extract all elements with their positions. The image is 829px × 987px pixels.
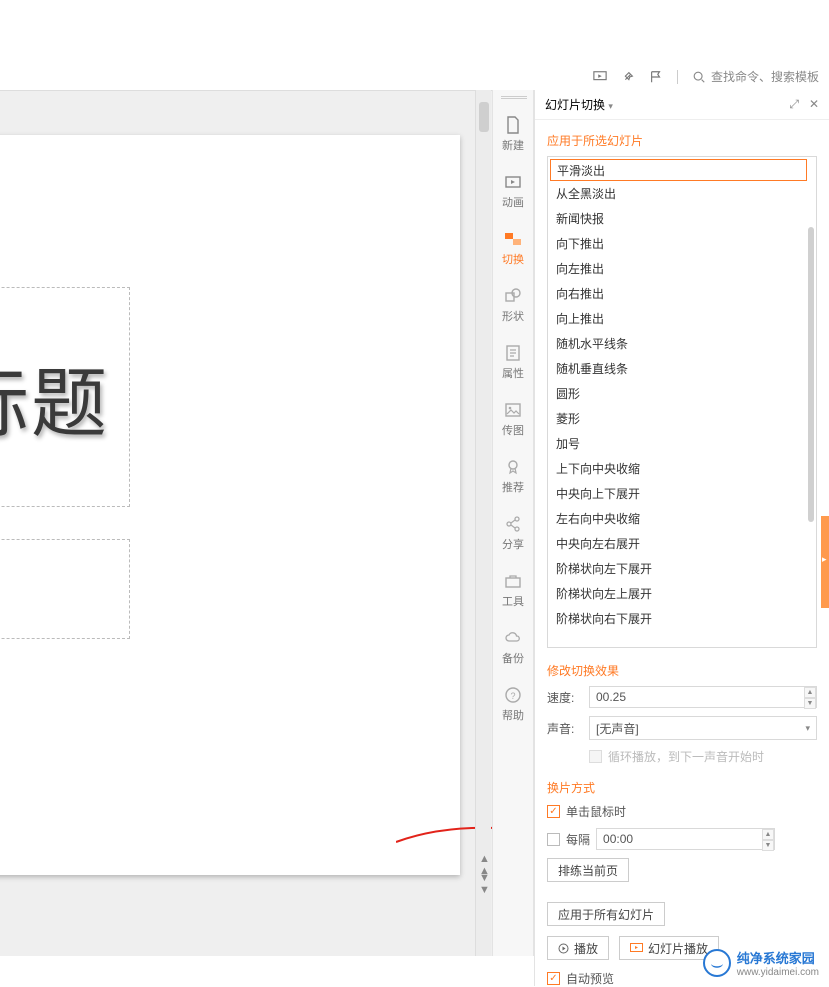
advance-every-spinner[interactable]: ▲▼: [762, 829, 774, 849]
drag-handle[interactable]: [501, 96, 527, 99]
transition-item[interactable]: 随机垂直线条: [548, 356, 816, 381]
sound-label: 声音:: [547, 720, 583, 737]
cloud-icon: [504, 629, 522, 647]
section-transitions-title: 应用于所选幻灯片: [547, 132, 817, 149]
transition-item[interactable]: 向上推出: [548, 306, 816, 331]
auto-preview-label: 自动预览: [566, 970, 614, 987]
apply-all-button[interactable]: 应用于所有幻灯片: [547, 902, 665, 926]
panel-header: 幻灯片切换 ▾ ⤢ ✕: [535, 90, 829, 120]
sidebar-item-new[interactable]: 新建: [496, 116, 530, 153]
anim-icon: [504, 173, 522, 191]
transition-item[interactable]: 菱形: [548, 406, 816, 431]
auto-preview-checkbox[interactable]: [547, 972, 560, 985]
tools-icon[interactable]: [621, 70, 635, 84]
sidebar-item-trans[interactable]: 切换: [496, 230, 530, 267]
slideshow-icon: [630, 943, 643, 954]
transition-item[interactable]: 向左推出: [548, 256, 816, 281]
briefcase-icon: [504, 572, 522, 590]
file-icon: [504, 116, 522, 134]
advance-every-label: 每隔: [566, 831, 590, 848]
expand-icon[interactable]: ⤢: [789, 97, 799, 112]
top-bar: 查找命令、搜索模板: [0, 0, 829, 90]
watermark-brand: 纯净系统家园: [737, 951, 815, 966]
loop-checkbox: [589, 750, 602, 763]
scrollbar-thumb[interactable]: [479, 102, 489, 132]
watermark-url: www.yidaimei.com: [737, 967, 819, 978]
play-button[interactable]: 播放: [547, 936, 609, 960]
transition-item-selected[interactable]: 平滑淡出: [550, 159, 807, 181]
transition-panel: 幻灯片切换 ▾ ⤢ ✕ 应用于所选幻灯片 平滑淡出 从全黑淡出新闻快报向下推出向…: [534, 90, 829, 986]
transition-item[interactable]: 加号: [548, 431, 816, 456]
transition-item[interactable]: 随机水平线条: [548, 331, 816, 356]
slide-canvas[interactable]: 标题: [0, 135, 460, 875]
transition-item[interactable]: 向下推出: [548, 231, 816, 256]
share-icon: [504, 515, 522, 533]
transition-item[interactable]: 从全黑淡出: [548, 181, 816, 206]
transition-item[interactable]: 上下向中央收缩: [548, 456, 816, 481]
side-toolbar: 新建 动画 切换 形状 属性 传图 推荐 分享 工具 备份 ? 帮助: [492, 90, 534, 956]
slide-title-text: 标题: [0, 342, 109, 452]
workspace-scrollbar[interactable]: ▲▲ ▼▼: [475, 90, 491, 956]
speed-input[interactable]: [589, 686, 817, 708]
search-icon: [692, 70, 706, 84]
search-box[interactable]: 查找命令、搜索模板: [692, 68, 819, 85]
subtitle-placeholder[interactable]: [0, 539, 130, 639]
panel-edge-handle[interactable]: [821, 516, 829, 608]
rehearse-button[interactable]: 排练当前页: [547, 858, 629, 882]
logo-icon: [702, 948, 732, 978]
transition-item[interactable]: 左右向中央收缩: [548, 506, 816, 531]
sound-select[interactable]: [无声音]▾: [589, 716, 817, 740]
speed-label: 速度:: [547, 689, 583, 706]
sidebar-item-prop[interactable]: 属性: [496, 344, 530, 381]
sidebar-item-rec[interactable]: 推荐: [496, 458, 530, 495]
sidebar-item-anim[interactable]: 动画: [496, 173, 530, 210]
panel-title: 幻灯片切换 ▾: [545, 96, 613, 113]
prop-icon: [504, 344, 522, 362]
sidebar-item-tool[interactable]: 工具: [496, 572, 530, 609]
present-icon[interactable]: [593, 70, 607, 84]
slide-workspace: 标题: [0, 90, 492, 956]
advance-every-input[interactable]: [596, 828, 775, 850]
next-slide-icon[interactable]: ▼▼: [479, 872, 490, 896]
sidebar-item-shape[interactable]: 形状: [496, 287, 530, 324]
close-icon[interactable]: ✕: [809, 97, 819, 112]
sidebar-item-share[interactable]: 分享: [496, 515, 530, 552]
image-icon: [504, 401, 522, 419]
separator: [677, 70, 678, 84]
section-modify-title: 修改切换效果: [547, 662, 817, 679]
transition-item[interactable]: 新闻快报: [548, 206, 816, 231]
transition-item[interactable]: 阶梯状向左上展开: [548, 581, 816, 606]
transition-item[interactable]: 中央向上下展开: [548, 481, 816, 506]
sidebar-item-help[interactable]: ? 帮助: [496, 686, 530, 723]
watermark: 纯净系统家园 www.yidaimei.com: [702, 948, 819, 978]
loop-label: 循环播放，到下一声音开始时: [608, 748, 764, 765]
shape-icon: [504, 287, 522, 305]
speed-spinner[interactable]: ▲▼: [804, 687, 816, 707]
flag-icon[interactable]: [649, 70, 663, 84]
transition-icon: [504, 230, 522, 248]
transition-item[interactable]: 中央向左右展开: [548, 531, 816, 556]
listbox-scrollbar[interactable]: [806, 157, 816, 647]
section-advance-title: 换片方式: [547, 779, 817, 796]
transition-listbox[interactable]: 平滑淡出 从全黑淡出新闻快报向下推出向左推出向右推出向上推出随机水平线条随机垂直…: [547, 156, 817, 648]
play-icon: [558, 943, 569, 954]
sidebar-item-backup[interactable]: 备份: [496, 629, 530, 666]
advance-click-label: 单击鼠标时: [566, 803, 626, 820]
title-placeholder[interactable]: 标题: [0, 287, 130, 507]
search-placeholder: 查找命令、搜索模板: [711, 68, 819, 85]
advance-every-checkbox[interactable]: [547, 833, 560, 846]
advance-click-checkbox[interactable]: [547, 805, 560, 818]
help-icon: ?: [504, 686, 522, 704]
sidebar-item-img[interactable]: 传图: [496, 401, 530, 438]
listbox-thumb[interactable]: [808, 227, 814, 522]
medal-icon: [504, 458, 522, 476]
transition-item[interactable]: 阶梯状向左下展开: [548, 556, 816, 581]
svg-text:?: ?: [510, 691, 515, 701]
transition-item[interactable]: 阶梯状向右下展开: [548, 606, 816, 631]
transition-item[interactable]: 圆形: [548, 381, 816, 406]
transition-item[interactable]: 向右推出: [548, 281, 816, 306]
